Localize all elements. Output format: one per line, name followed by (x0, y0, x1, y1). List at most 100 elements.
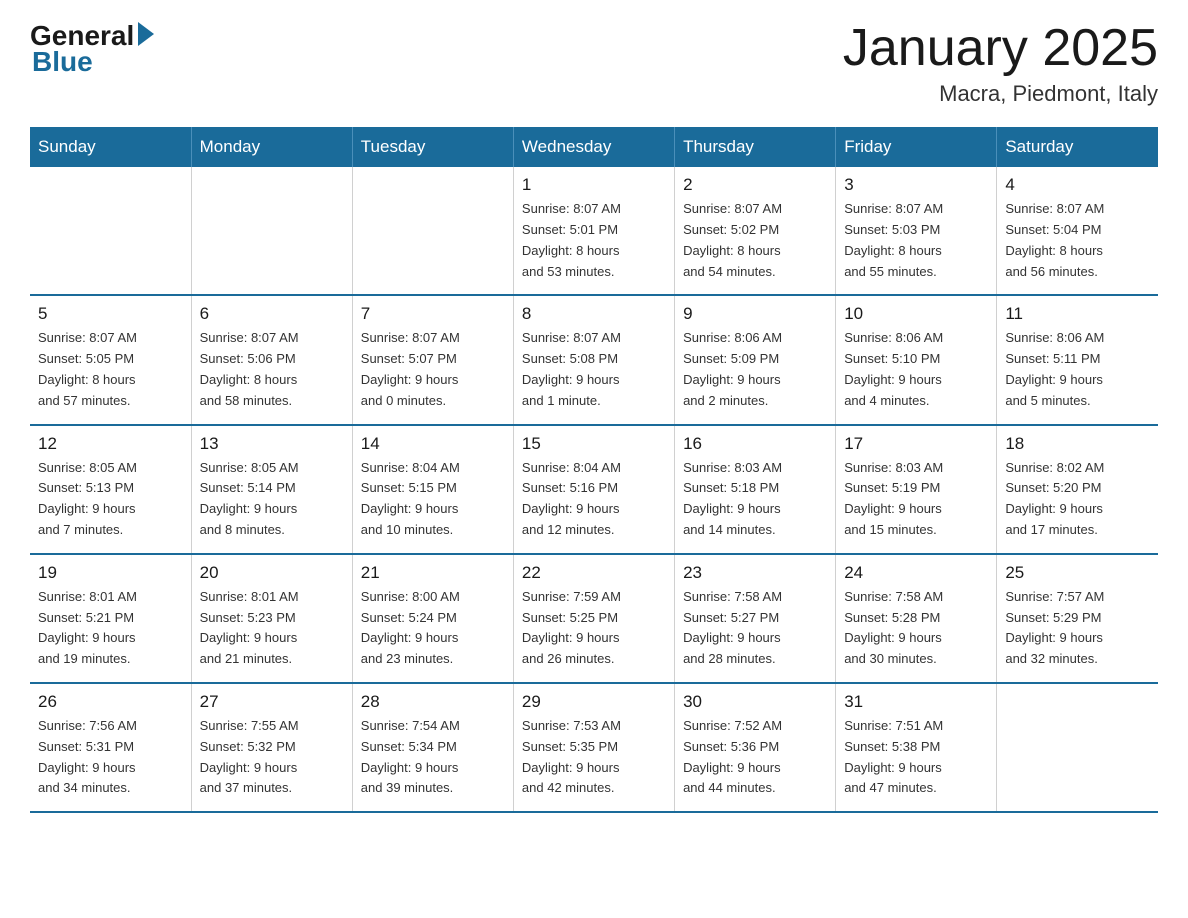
day-info: Sunrise: 7:54 AM Sunset: 5:34 PM Dayligh… (361, 716, 505, 799)
day-info: Sunrise: 7:57 AM Sunset: 5:29 PM Dayligh… (1005, 587, 1150, 670)
calendar-header: SundayMondayTuesdayWednesdayThursdayFrid… (30, 127, 1158, 167)
day-number: 27 (200, 692, 344, 712)
day-info: Sunrise: 8:03 AM Sunset: 5:18 PM Dayligh… (683, 458, 827, 541)
day-number: 17 (844, 434, 988, 454)
weekday-header-thursday: Thursday (675, 127, 836, 167)
calendar-cell: 31 Sunrise: 7:51 AM Sunset: 5:38 PM Dayli… (836, 683, 997, 812)
calendar-cell: 26 Sunrise: 7:56 AM Sunset: 5:31 PM Dayli… (30, 683, 191, 812)
calendar-cell: 28 Sunrise: 7:54 AM Sunset: 5:34 PM Dayli… (352, 683, 513, 812)
calendar-cell: 22 Sunrise: 7:59 AM Sunset: 5:25 PM Dayli… (513, 554, 674, 683)
day-number: 1 (522, 175, 666, 195)
title-area: January 2025 Macra, Piedmont, Italy (843, 20, 1158, 107)
day-info: Sunrise: 7:56 AM Sunset: 5:31 PM Dayligh… (38, 716, 183, 799)
calendar-cell: 21 Sunrise: 8:00 AM Sunset: 5:24 PM Dayli… (352, 554, 513, 683)
day-number: 8 (522, 304, 666, 324)
calendar-cell: 4Sunrise: 8:07 AM Sunset: 5:04 PM Daylig… (997, 167, 1158, 295)
day-number: 31 (844, 692, 988, 712)
calendar-week-2: 12 Sunrise: 8:05 AM Sunset: 5:13 PM Dayli… (30, 425, 1158, 554)
day-info: Sunrise: 8:07 AM Sunset: 5:05 PM Dayligh… (38, 328, 183, 411)
day-info: Sunrise: 8:07 AM Sunset: 5:01 PM Dayligh… (522, 199, 666, 282)
day-number: 28 (361, 692, 505, 712)
calendar-cell: 30Sunrise: 7:52 AM Sunset: 5:36 PM Dayli… (675, 683, 836, 812)
day-info: Sunrise: 8:06 AM Sunset: 5:09 PM Dayligh… (683, 328, 827, 411)
day-number: 25 (1005, 563, 1150, 583)
location-label: Macra, Piedmont, Italy (843, 81, 1158, 107)
day-info: Sunrise: 7:52 AM Sunset: 5:36 PM Dayligh… (683, 716, 827, 799)
day-number: 2 (683, 175, 827, 195)
day-info: Sunrise: 8:07 AM Sunset: 5:02 PM Dayligh… (683, 199, 827, 282)
calendar-table: SundayMondayTuesdayWednesdayThursdayFrid… (30, 127, 1158, 813)
day-number: 14 (361, 434, 505, 454)
day-info: Sunrise: 8:01 AM Sunset: 5:21 PM Dayligh… (38, 587, 183, 670)
day-info: Sunrise: 7:58 AM Sunset: 5:27 PM Dayligh… (683, 587, 827, 670)
calendar-cell (997, 683, 1158, 812)
calendar-cell: 25 Sunrise: 7:57 AM Sunset: 5:29 PM Dayli… (997, 554, 1158, 683)
day-info: Sunrise: 8:07 AM Sunset: 5:06 PM Dayligh… (200, 328, 344, 411)
calendar-cell: 5 Sunrise: 8:07 AM Sunset: 5:05 PM Daylig… (30, 295, 191, 424)
day-number: 12 (38, 434, 183, 454)
day-number: 29 (522, 692, 666, 712)
calendar-cell (30, 167, 191, 295)
day-info: Sunrise: 7:58 AM Sunset: 5:28 PM Dayligh… (844, 587, 988, 670)
calendar-cell: 3 Sunrise: 8:07 AM Sunset: 5:03 PM Daylig… (836, 167, 997, 295)
calendar-cell (191, 167, 352, 295)
weekday-header-tuesday: Tuesday (352, 127, 513, 167)
day-info: Sunrise: 7:59 AM Sunset: 5:25 PM Dayligh… (522, 587, 666, 670)
day-number: 7 (361, 304, 505, 324)
day-info: Sunrise: 8:06 AM Sunset: 5:11 PM Dayligh… (1005, 328, 1150, 411)
calendar-cell: 10 Sunrise: 8:06 AM Sunset: 5:10 PM Dayli… (836, 295, 997, 424)
calendar-cell: 20 Sunrise: 8:01 AM Sunset: 5:23 PM Dayli… (191, 554, 352, 683)
calendar-cell: 11 Sunrise: 8:06 AM Sunset: 5:11 PM Dayli… (997, 295, 1158, 424)
calendar-cell: 19 Sunrise: 8:01 AM Sunset: 5:21 PM Dayli… (30, 554, 191, 683)
day-number: 10 (844, 304, 988, 324)
day-number: 24 (844, 563, 988, 583)
day-info: Sunrise: 8:04 AM Sunset: 5:16 PM Dayligh… (522, 458, 666, 541)
day-info: Sunrise: 8:05 AM Sunset: 5:13 PM Dayligh… (38, 458, 183, 541)
day-number: 13 (200, 434, 344, 454)
day-info: Sunrise: 7:51 AM Sunset: 5:38 PM Dayligh… (844, 716, 988, 799)
calendar-cell: 27Sunrise: 7:55 AM Sunset: 5:32 PM Dayli… (191, 683, 352, 812)
calendar-week-0: 1 Sunrise: 8:07 AM Sunset: 5:01 PM Daylig… (30, 167, 1158, 295)
day-number: 20 (200, 563, 344, 583)
calendar-cell: 6 Sunrise: 8:07 AM Sunset: 5:06 PM Daylig… (191, 295, 352, 424)
day-info: Sunrise: 8:01 AM Sunset: 5:23 PM Dayligh… (200, 587, 344, 670)
day-number: 3 (844, 175, 988, 195)
calendar-cell: 18Sunrise: 8:02 AM Sunset: 5:20 PM Dayli… (997, 425, 1158, 554)
day-info: Sunrise: 8:06 AM Sunset: 5:10 PM Dayligh… (844, 328, 988, 411)
day-number: 26 (38, 692, 183, 712)
weekday-header-row: SundayMondayTuesdayWednesdayThursdayFrid… (30, 127, 1158, 167)
day-number: 6 (200, 304, 344, 324)
day-number: 15 (522, 434, 666, 454)
day-info: Sunrise: 8:05 AM Sunset: 5:14 PM Dayligh… (200, 458, 344, 541)
day-info: Sunrise: 7:53 AM Sunset: 5:35 PM Dayligh… (522, 716, 666, 799)
calendar-cell: 15 Sunrise: 8:04 AM Sunset: 5:16 PM Dayli… (513, 425, 674, 554)
day-number: 23 (683, 563, 827, 583)
day-info: Sunrise: 8:07 AM Sunset: 5:08 PM Dayligh… (522, 328, 666, 411)
day-number: 21 (361, 563, 505, 583)
day-number: 16 (683, 434, 827, 454)
day-number: 22 (522, 563, 666, 583)
calendar-cell (352, 167, 513, 295)
calendar-body: 1 Sunrise: 8:07 AM Sunset: 5:01 PM Daylig… (30, 167, 1158, 812)
month-title: January 2025 (843, 20, 1158, 77)
weekday-header-sunday: Sunday (30, 127, 191, 167)
day-info: Sunrise: 8:07 AM Sunset: 5:03 PM Dayligh… (844, 199, 988, 282)
calendar-week-3: 19 Sunrise: 8:01 AM Sunset: 5:21 PM Dayli… (30, 554, 1158, 683)
logo: General Blue (30, 20, 154, 78)
weekday-header-friday: Friday (836, 127, 997, 167)
day-number: 18 (1005, 434, 1150, 454)
calendar-week-4: 26 Sunrise: 7:56 AM Sunset: 5:31 PM Dayli… (30, 683, 1158, 812)
calendar-cell: 12 Sunrise: 8:05 AM Sunset: 5:13 PM Dayli… (30, 425, 191, 554)
calendar-cell: 13 Sunrise: 8:05 AM Sunset: 5:14 PM Dayli… (191, 425, 352, 554)
day-number: 19 (38, 563, 183, 583)
logo-arrow-icon (138, 22, 154, 46)
day-info: Sunrise: 8:04 AM Sunset: 5:15 PM Dayligh… (361, 458, 505, 541)
day-info: Sunrise: 8:07 AM Sunset: 5:07 PM Dayligh… (361, 328, 505, 411)
calendar-cell: 7 Sunrise: 8:07 AM Sunset: 5:07 PM Daylig… (352, 295, 513, 424)
day-number: 11 (1005, 304, 1150, 324)
weekday-header-wednesday: Wednesday (513, 127, 674, 167)
calendar-cell: 14 Sunrise: 8:04 AM Sunset: 5:15 PM Dayli… (352, 425, 513, 554)
day-number: 5 (38, 304, 183, 324)
weekday-header-monday: Monday (191, 127, 352, 167)
day-info: Sunrise: 8:00 AM Sunset: 5:24 PM Dayligh… (361, 587, 505, 670)
